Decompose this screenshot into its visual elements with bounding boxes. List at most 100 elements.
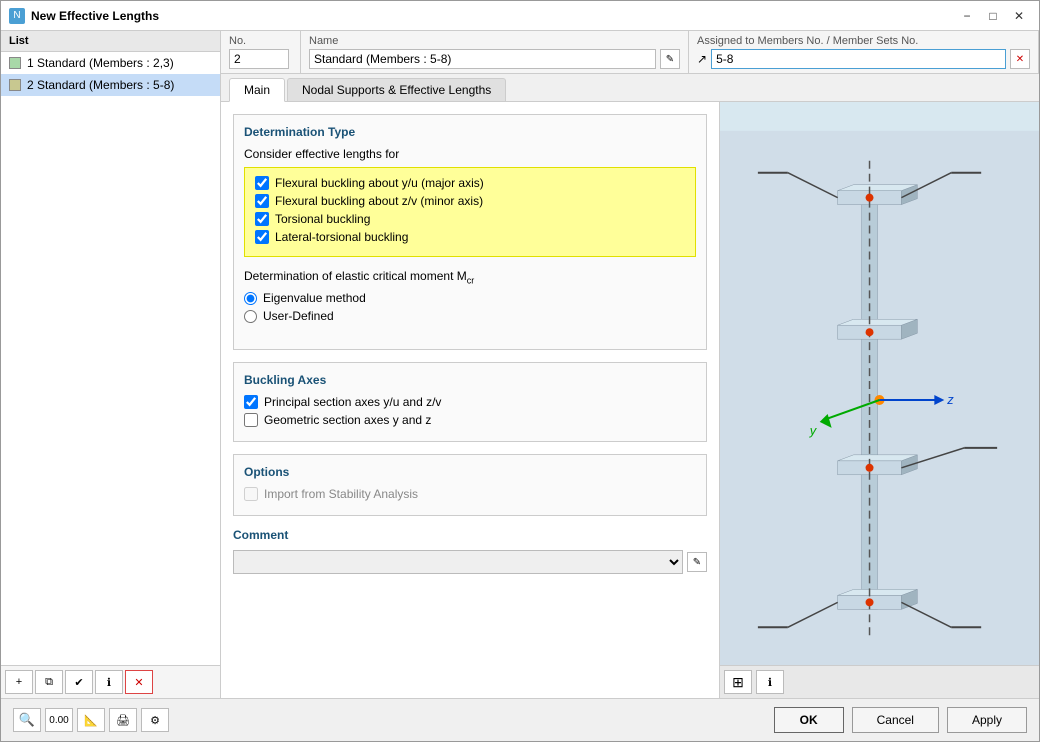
search-button[interactable]: 🔍 (13, 708, 41, 732)
title-bar: N New Effective Lengths − □ ✕ (1, 1, 1039, 31)
consider-label: Consider effective lengths for (244, 147, 696, 161)
edit-name-button[interactable]: ✎ (660, 49, 680, 69)
radio-user-defined: User-Defined (244, 309, 696, 323)
maximize-button[interactable]: □ (981, 6, 1005, 26)
cb-flexural-minor[interactable] (255, 194, 269, 208)
cb-geometric-axes-label: Geometric section axes y and z (264, 413, 431, 427)
app-icon: N (9, 8, 25, 24)
assigned-label: Assigned to Members No. / Member Sets No… (697, 35, 1030, 47)
ba-checkbox-1: Principal section axes y/u and z/v (244, 395, 696, 409)
tabs: Main Nodal Supports & Effective Lengths (221, 74, 1039, 102)
3d-view-panel: y z ⊞ ℹ (719, 102, 1039, 698)
comment-section: Comment ✎ (233, 528, 707, 574)
cb-principal-axes[interactable] (244, 395, 258, 409)
top-bar: No. Name ✎ Assigned to Members No. / Mem… (221, 31, 1039, 74)
svg-text:z: z (946, 392, 954, 407)
main-content: List 1 Standard (Members : 2,3) 2 Standa… (1, 31, 1039, 698)
list-item-label: 1 Standard (Members : 2,3) (27, 56, 174, 70)
list-actions: + ⧉ ✔ ℹ ✕ (1, 665, 220, 698)
checkbox-row-2: Flexural buckling about z/v (minor axis) (255, 194, 685, 208)
window-controls: − □ ✕ (955, 6, 1031, 26)
item-color-2 (9, 79, 21, 91)
name-input[interactable] (309, 49, 656, 69)
checkbox-row-1: Flexural buckling about y/u (major axis) (255, 176, 685, 190)
list-items: 1 Standard (Members : 2,3) 2 Standard (M… (1, 52, 220, 665)
comment-dropdown[interactable] (233, 550, 683, 574)
tab-content: Determination Type Consider effective le… (221, 102, 1039, 698)
check-item-button[interactable]: ✔ (65, 670, 93, 694)
radio-user-defined-label: User-Defined (263, 309, 334, 323)
list-item[interactable]: 1 Standard (Members : 2,3) (1, 52, 220, 74)
no-input[interactable] (229, 49, 289, 69)
cb-principal-axes-label: Principal section axes y/u and z/v (264, 395, 441, 409)
name-label: Name (309, 35, 680, 47)
comment-edit-button[interactable]: ✎ (687, 552, 707, 572)
member-icon: ↗ (697, 52, 707, 66)
bottom-left-toolbar: 🔍 0.00 📐 🖨 ⚙ (13, 708, 766, 732)
view-toolbar: ⊞ ℹ (720, 665, 1039, 698)
item-color-1 (9, 57, 21, 69)
window-title: New Effective Lengths (31, 9, 949, 23)
print-button[interactable]: 🖨 (109, 708, 137, 732)
options-section: Options Import from Stability Analysis (233, 454, 707, 516)
determination-section: Determination Type Consider effective le… (233, 114, 707, 350)
buckling-section: Buckling Axes Principal section axes y/u… (233, 362, 707, 442)
cb-flexural-major[interactable] (255, 176, 269, 190)
assigned-input[interactable] (711, 49, 1006, 69)
apply-button[interactable]: Apply (947, 707, 1027, 733)
right-section: No. Name ✎ Assigned to Members No. / Mem… (221, 31, 1039, 698)
comment-label: Comment (233, 528, 707, 542)
cb-import-stability-label: Import from Stability Analysis (264, 487, 418, 501)
no-field: No. (221, 31, 301, 73)
copy-item-button[interactable]: ⧉ (35, 670, 63, 694)
3d-view-canvas: y z (720, 102, 1039, 698)
cb-torsional[interactable] (255, 212, 269, 226)
main-panel: Determination Type Consider effective le… (221, 102, 719, 698)
minimize-button[interactable]: − (955, 6, 979, 26)
info-item-button[interactable]: ℹ (95, 670, 123, 694)
content-area: List 1 Standard (Members : 2,3) 2 Standa… (1, 31, 1039, 741)
assigned-field: Assigned to Members No. / Member Sets No… (689, 31, 1039, 73)
op-checkbox-1: Import from Stability Analysis (244, 487, 696, 501)
dialog-footer: 🔍 0.00 📐 🖨 ⚙ OK Cancel Apply (1, 698, 1039, 741)
comment-input-row: ✎ (233, 550, 707, 574)
cb-geometric-axes[interactable] (244, 413, 258, 427)
ok-button[interactable]: OK (774, 707, 844, 733)
decimal-button[interactable]: 0.00 (45, 708, 73, 732)
determination-title: Determination Type (244, 125, 696, 139)
view-tool-2[interactable]: ℹ (756, 670, 784, 694)
main-window: N New Effective Lengths − □ ✕ List 1 Sta… (0, 0, 1040, 742)
checkbox-row-3: Torsional buckling (255, 212, 685, 226)
tab-nodal[interactable]: Nodal Supports & Effective Lengths (287, 78, 506, 101)
close-button[interactable]: ✕ (1007, 6, 1031, 26)
list-item-label: 2 Standard (Members : 5-8) (27, 78, 174, 92)
checkbox-row-4: Lateral-torsional buckling (255, 230, 685, 244)
cb-torsional-label: Torsional buckling (275, 212, 370, 226)
list-item[interactable]: 2 Standard (Members : 5-8) (1, 74, 220, 96)
cb-flexural-minor-label: Flexural buckling about z/v (minor axis) (275, 194, 483, 208)
clear-assigned-button[interactable]: ✕ (1010, 49, 1030, 69)
buckling-title: Buckling Axes (244, 373, 696, 387)
radio-user-defined-input[interactable] (244, 310, 257, 323)
radio-eigenvalue: Eigenvalue method (244, 291, 696, 305)
checkbox-yellow-box: Flexural buckling about y/u (major axis)… (244, 167, 696, 257)
radio-eigenvalue-input[interactable] (244, 292, 257, 305)
cancel-button[interactable]: Cancel (852, 707, 939, 733)
moment-label: Determination of elastic critical moment… (244, 269, 696, 285)
cb-import-stability[interactable] (244, 487, 258, 501)
settings-button[interactable]: ⚙ (141, 708, 169, 732)
no-label: No. (229, 35, 292, 47)
moment-subsection: Determination of elastic critical moment… (244, 269, 696, 323)
assigned-input-row: ↗ ✕ (697, 49, 1030, 69)
add-item-button[interactable]: + (5, 670, 33, 694)
view-tool-1[interactable]: ⊞ (724, 670, 752, 694)
cb-lateral-torsional[interactable] (255, 230, 269, 244)
left-panel: List 1 Standard (Members : 2,3) 2 Standa… (1, 31, 221, 698)
radio-eigenvalue-label: Eigenvalue method (263, 291, 366, 305)
tab-main[interactable]: Main (229, 78, 285, 102)
cb-flexural-major-label: Flexural buckling about y/u (major axis) (275, 176, 484, 190)
delete-item-button[interactable]: ✕ (125, 670, 153, 694)
list-header: List (1, 31, 220, 52)
measure-button[interactable]: 📐 (77, 708, 105, 732)
name-field: Name ✎ (301, 31, 689, 73)
